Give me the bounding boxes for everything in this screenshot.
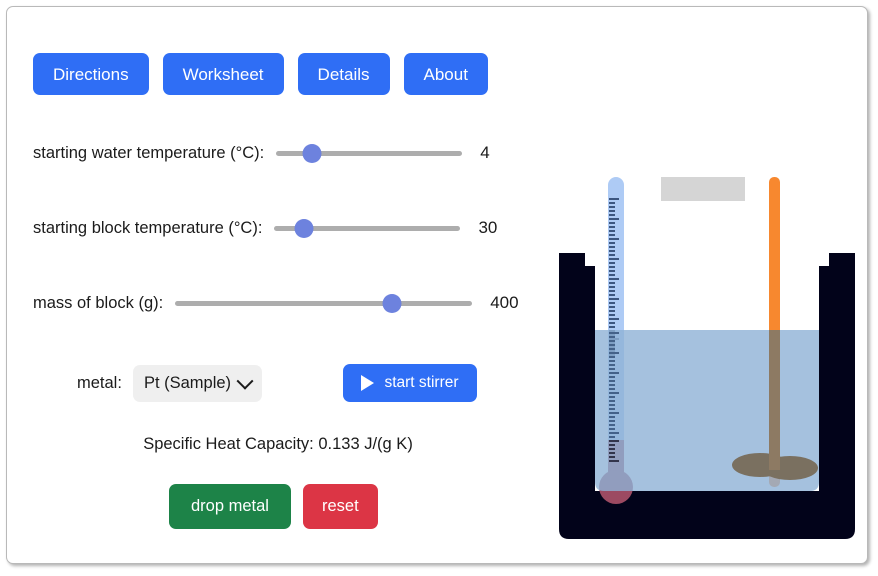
calorimeter-apparatus [547, 157, 867, 547]
nav-button-directions[interactable]: Directions [33, 53, 149, 95]
specific-heat-capacity-text: Specific Heat Capacity: 0.133 J/(g K) [143, 435, 413, 453]
control-row-water-temperature: starting water temperature (°C): 4 [33, 141, 490, 165]
water-temperature-value: 4 [480, 143, 490, 162]
metal-label: metal: [77, 374, 122, 392]
start-stirrer-button[interactable]: start stirrer [343, 364, 477, 402]
metal-select-value: Pt (Sample) [143, 374, 232, 392]
block-temperature-slider[interactable] [274, 217, 461, 239]
block-mass-value: 400 [490, 293, 519, 312]
nav-button-about[interactable]: About [403, 53, 488, 95]
nav-button-worksheet[interactable]: Worksheet [162, 53, 284, 95]
metal-select[interactable]: Pt (Sample) [132, 365, 263, 402]
nav-button-bar: Directions Worksheet Details About [33, 53, 488, 95]
chevron-down-icon [236, 372, 254, 390]
slider-thumb[interactable] [302, 143, 322, 163]
slider-thumb[interactable] [382, 293, 402, 313]
control-row-block-temperature: starting block temperature (°C): 30 [33, 216, 497, 240]
control-row-block-mass: mass of block (g): 400 [33, 291, 519, 315]
nav-button-details[interactable]: Details [297, 53, 390, 95]
reset-button[interactable]: reset [302, 484, 378, 529]
block-temperature-value: 30 [478, 218, 498, 237]
simulation-window: Directions Worksheet Details About start… [6, 6, 868, 564]
play-icon [361, 375, 375, 391]
block-temperature-label: starting block temperature (°C): [33, 218, 263, 237]
block-mass-label: mass of block (g): [33, 293, 164, 312]
metal-selector-row: metal: Pt (Sample) [77, 365, 263, 402]
slider-thumb[interactable] [294, 218, 314, 238]
action-button-row: drop metal reset [169, 484, 378, 529]
water-temperature-label: starting water temperature (°C): [33, 143, 265, 162]
stirrer-rod-submerged [769, 330, 780, 470]
drop-metal-button[interactable]: drop metal [169, 484, 291, 529]
block-mass-slider[interactable] [175, 292, 473, 314]
water-temperature-slider[interactable] [276, 142, 463, 164]
slider-track [175, 300, 473, 306]
start-stirrer-label: start stirrer [384, 374, 459, 391]
metal-block [661, 177, 745, 201]
